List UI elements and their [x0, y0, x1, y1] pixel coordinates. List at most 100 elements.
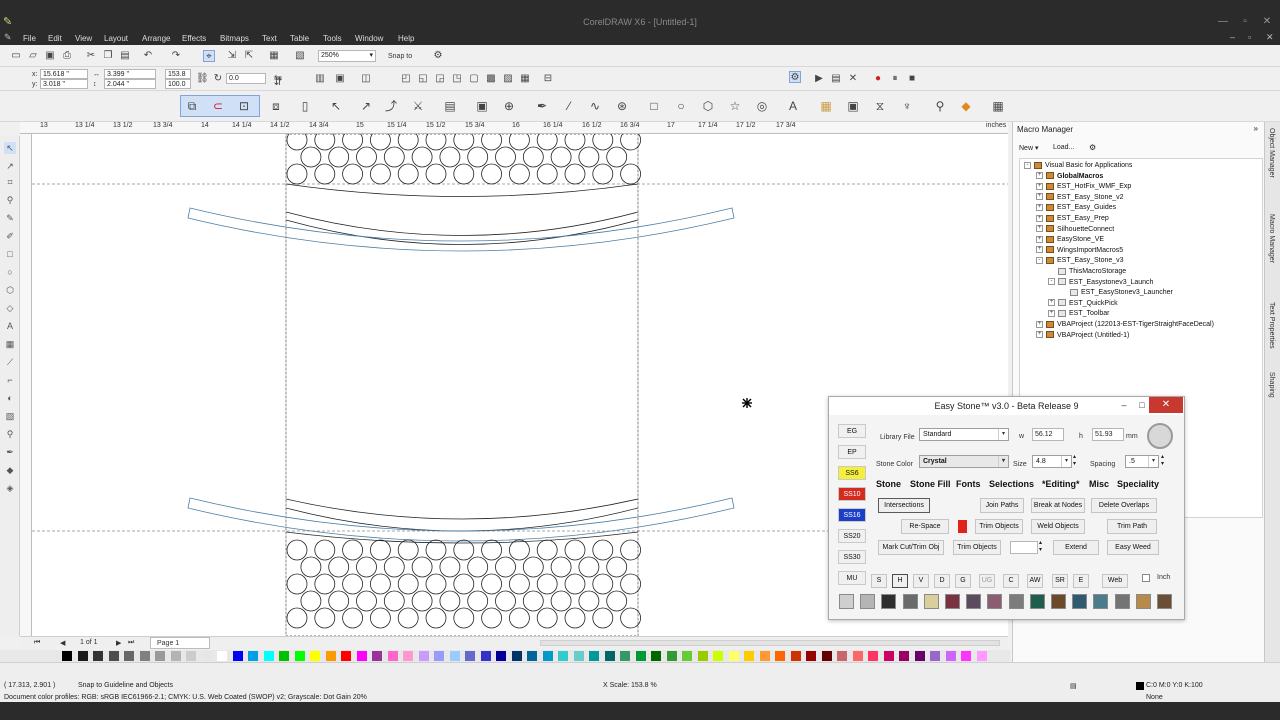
- menu-help[interactable]: Help: [398, 33, 414, 44]
- basic-shapes-icon[interactable]: ◇: [4, 302, 16, 314]
- new-icon[interactable]: ▭: [10, 50, 22, 62]
- palette-swatch[interactable]: [620, 651, 630, 661]
- pause-macro-icon[interactable]: ⏸: [889, 73, 901, 85]
- mark-cut-trim-button[interactable]: Mark Cut/Trim Obj: [878, 540, 944, 555]
- doc-close-icon[interactable]: ✕: [1266, 32, 1274, 43]
- stop-macro-icon[interactable]: ✕: [847, 73, 859, 85]
- easy-weed-button[interactable]: Easy Weed: [1107, 540, 1159, 555]
- palette-swatch[interactable]: [790, 651, 801, 661]
- palette-swatch[interactable]: [201, 651, 212, 661]
- stone-color-swatch[interactable]: [945, 594, 960, 609]
- horizontal-ruler[interactable]: 13 13 1/4 13 1/2 13 3/4 14 14 1/4 14 1/2…: [20, 122, 1008, 134]
- macro-tree-item[interactable]: - Visual Basic for Applications: [1024, 161, 1132, 170]
- expand-icon[interactable]: +: [1036, 320, 1043, 328]
- toggle-h[interactable]: H: [892, 574, 908, 588]
- palette-swatch[interactable]: [480, 651, 491, 661]
- trim-objects-button[interactable]: Trim Objects: [975, 519, 1023, 534]
- palette-swatch[interactable]: [139, 651, 150, 661]
- paste-icon[interactable]: ▤: [119, 50, 131, 62]
- toggle-sr[interactable]: SR: [1052, 574, 1068, 588]
- macro-tree-item[interactable]: - EST_Easy_Stone_v3: [1036, 256, 1124, 265]
- expand-icon[interactable]: +: [1036, 225, 1043, 233]
- options-icon[interactable]: ⚙: [432, 50, 444, 62]
- rectangle-tool-icon[interactable]: □: [4, 248, 16, 260]
- copy-icon[interactable]: ❐: [102, 50, 114, 62]
- boundary-icon[interactable]: ▦: [519, 73, 531, 85]
- size-select[interactable]: 4.8 ▾: [1032, 455, 1072, 468]
- zoom-tool-icon[interactable]: ⚲: [4, 194, 16, 206]
- eyedropper-icon[interactable]: ⚲: [934, 100, 946, 112]
- welcome-screen-icon[interactable]: ▧: [294, 50, 306, 62]
- spacing-select[interactable]: .5 ▾: [1125, 455, 1159, 468]
- knife-icon[interactable]: ⚔: [412, 100, 424, 112]
- pick-tool-icon[interactable]: ↖: [4, 142, 16, 154]
- palette-swatch[interactable]: [914, 651, 925, 661]
- snap-to-dropdown[interactable]: Snap to: [388, 52, 412, 61]
- menu-layout[interactable]: Layout: [104, 33, 128, 44]
- palette-swatch[interactable]: [186, 651, 196, 661]
- expand-icon[interactable]: +: [1036, 204, 1043, 212]
- layers-icon[interactable]: ⧈: [270, 100, 282, 112]
- inch-checkbox[interactable]: [1142, 574, 1150, 582]
- palette-swatch[interactable]: [713, 651, 723, 661]
- macro-tree-item[interactable]: + EasyStone_VE: [1036, 235, 1104, 244]
- macro-record-toolbar-icon[interactable]: ⚙: [789, 71, 801, 83]
- tab-selections[interactable]: Selections: [989, 479, 1034, 489]
- toggle-d[interactable]: D: [934, 574, 950, 588]
- palette-swatch[interactable]: [573, 651, 584, 661]
- application-launcher-icon[interactable]: ▦: [268, 50, 280, 62]
- scale-x-field[interactable]: 153.8: [165, 69, 191, 79]
- doc-restore-icon[interactable]: ▫: [1248, 32, 1251, 42]
- library-file-select[interactable]: Standard ▾: [919, 428, 1009, 441]
- palette-swatch[interactable]: [666, 651, 677, 661]
- intersections-button[interactable]: Intersections: [878, 498, 930, 513]
- macro-tree-item[interactable]: - EST_Easystonev3_Launch: [1048, 278, 1153, 287]
- first-page-icon[interactable]: ⏮: [34, 639, 40, 647]
- toggle-c[interactable]: C: [1003, 574, 1019, 588]
- stone-color-swatch[interactable]: [923, 594, 939, 609]
- stone-color-swatch[interactable]: [1051, 594, 1066, 609]
- extend-button[interactable]: Extend: [1053, 540, 1099, 555]
- contour-icon[interactable]: ▣: [847, 100, 859, 112]
- stone-color-swatch[interactable]: [839, 594, 854, 609]
- lock-ratio-icon[interactable]: ⛓: [196, 73, 209, 85]
- collapse-icon[interactable]: -: [1036, 257, 1043, 265]
- pick-tool-icon[interactable]: ↖: [330, 100, 342, 112]
- stone-color-swatch[interactable]: [860, 594, 876, 609]
- record-macro-icon[interactable]: ●: [872, 73, 884, 85]
- palette-swatch[interactable]: [635, 651, 646, 661]
- select-transform-icon[interactable]: ⧉: [186, 100, 198, 112]
- stone-size-button-eg[interactable]: EG: [838, 424, 866, 438]
- toggle-v[interactable]: V: [913, 574, 929, 588]
- docker-expand-icon[interactable]: »: [1254, 124, 1258, 133]
- menu-arrange[interactable]: Arrange: [142, 33, 170, 44]
- table-grid-icon[interactable]: ▦: [992, 100, 1004, 112]
- collapse-icon[interactable]: -: [1048, 278, 1055, 286]
- stone-color-swatch[interactable]: [1135, 594, 1151, 609]
- tab-macro-manager[interactable]: Macro Manager: [1268, 214, 1275, 263]
- palette-swatch[interactable]: [449, 651, 460, 661]
- trim-icon[interactable]: ◲: [434, 73, 446, 85]
- frame-icon[interactable]: ▣: [476, 100, 488, 112]
- palette-swatch[interactable]: [744, 651, 754, 661]
- bounding-box-icon[interactable]: ⊡: [238, 100, 250, 112]
- dimension-tool-icon[interactable]: ⟋: [4, 356, 16, 368]
- last-page-icon[interactable]: ⏭: [128, 639, 134, 647]
- menu-window[interactable]: Window: [355, 33, 383, 44]
- combine-icon[interactable]: ◰: [400, 73, 412, 85]
- minimize-icon[interactable]: —: [1212, 16, 1234, 28]
- vertical-ruler[interactable]: [20, 134, 32, 636]
- palette-swatch[interactable]: [759, 651, 770, 661]
- palette-swatch[interactable]: [403, 651, 413, 661]
- to-back-icon[interactable]: ◫: [360, 73, 372, 85]
- break-at-nodes-button[interactable]: Break at Nodes: [1031, 498, 1085, 513]
- stone-color-swatch[interactable]: [987, 594, 1003, 609]
- import-icon[interactable]: ⇲: [226, 50, 238, 62]
- previous-page-icon[interactable]: ◀: [60, 639, 65, 647]
- stone-size-button-ss10[interactable]: SS10: [838, 487, 866, 501]
- redo-icon[interactable]: ↷: [170, 50, 182, 62]
- palette-swatch[interactable]: [387, 651, 398, 661]
- shape-tool-icon[interactable]: ↗: [4, 160, 16, 172]
- bucket-icon[interactable]: ◆: [960, 100, 972, 112]
- palette-swatch[interactable]: [511, 651, 522, 661]
